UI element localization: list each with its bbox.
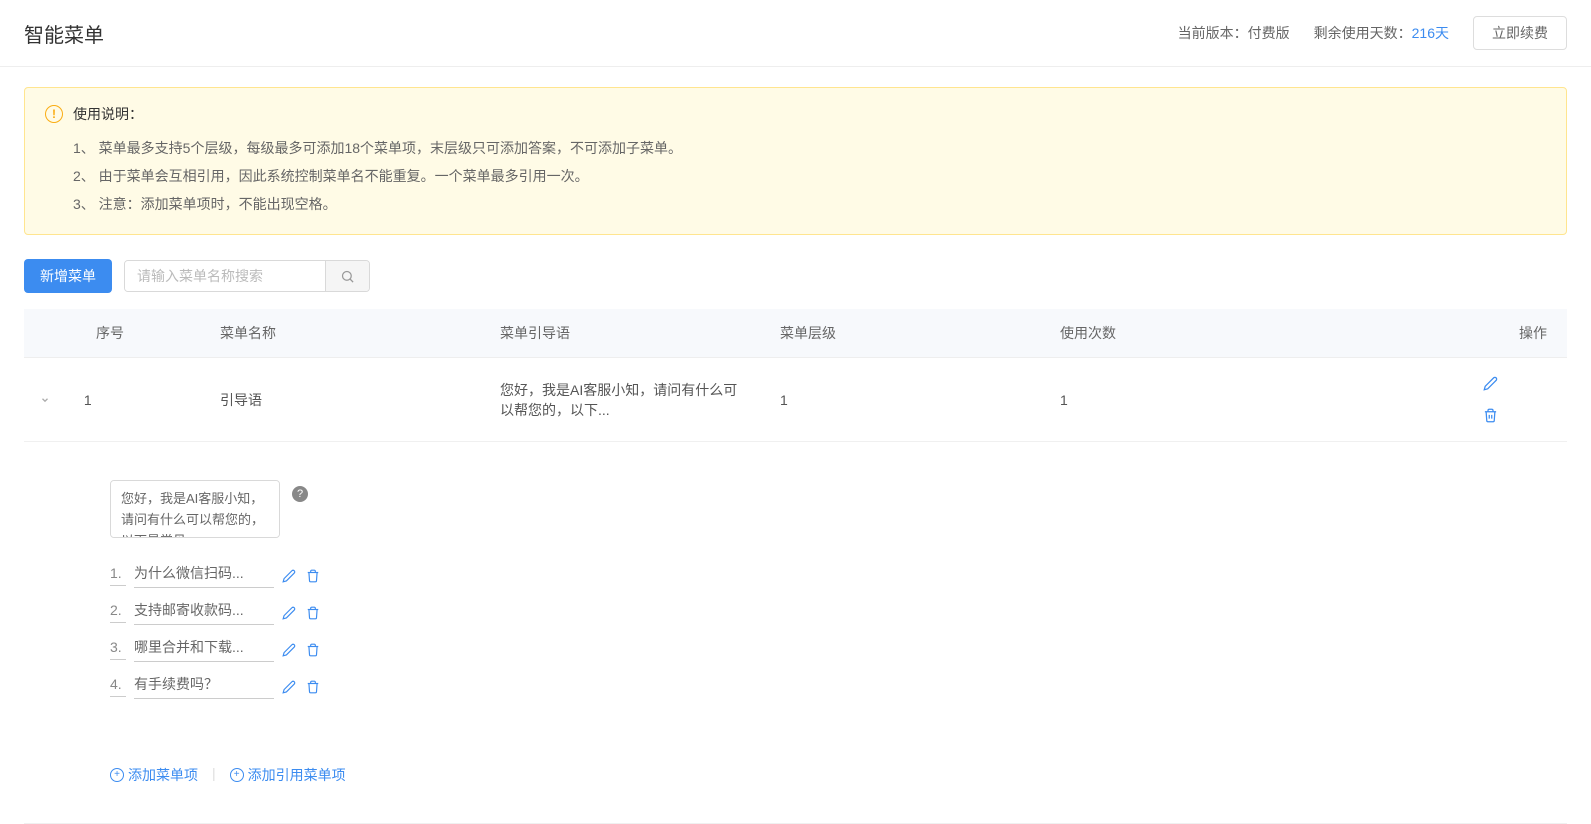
td-level: 1 [764,358,1044,442]
panel-footer: + 添加菜单项 | + 添加引用菜单项 [110,765,1551,785]
menu-item-actions [282,569,320,583]
content-area: ! 使用说明： 1、 菜单最多支持5个层级，每级最多可添加18个菜单项，末层级只… [0,67,1591,824]
menu-item-text[interactable]: 哪里合并和下载... [134,637,274,662]
add-item-label: 添加菜单项 [128,765,198,785]
menu-item-text[interactable]: 支持邮寄收款码... [134,600,274,625]
alert-item: 1、 菜单最多支持5个层级，每级最多可添加18个菜单项，末层级只可添加答案，不可… [73,134,1546,162]
alert-title: 使用说明： [73,104,143,124]
edit-item-icon[interactable] [282,643,296,657]
add-ref-item-button[interactable]: + 添加引用菜单项 [230,765,346,785]
renew-button[interactable]: 立即续费 [1473,16,1567,50]
plus-icon: + [230,768,244,782]
search-group [124,260,370,292]
menu-item-actions [282,643,320,657]
menu-item-text[interactable]: 有手续费吗？ [134,674,274,699]
header-right: 当前版本：付费版 剩余使用天数：216天 立即续费 [1178,16,1567,50]
alert-item: 3、 注意：添加菜单项时，不能出现空格。 [73,190,1546,218]
version-label: 当前版本： [1178,25,1248,41]
search-icon [340,269,355,284]
help-icon[interactable]: ? [292,486,308,502]
info-icon: ! [45,105,63,123]
version-value: 付费版 [1248,25,1290,41]
delete-item-icon[interactable] [306,606,320,620]
delete-button[interactable] [1483,408,1547,423]
edit-button[interactable] [1483,376,1547,391]
row-index: 1 [84,392,92,408]
table-row: 1 引导语 您好，我是AI客服小知，请问有什么可以帮您的，以下... 1 1 [24,358,1567,442]
menu-item-actions [282,680,320,694]
td-name: 引导语 [204,358,484,442]
alert-header: ! 使用说明： [45,104,1546,124]
plus-icon: + [110,768,124,782]
expand-icon[interactable] [40,395,50,405]
th-guide: 菜单引导语 [484,309,764,358]
toolbar: 新增菜单 [24,259,1567,293]
table-header-row: 序号 菜单名称 菜单引导语 菜单层级 使用次数 操作 [24,309,1567,358]
menu-item-text[interactable]: 为什么微信扫码... [134,563,274,588]
alert-body: 1、 菜单最多支持5个层级，每级最多可添加18个菜单项，末层级只可添加答案，不可… [45,134,1546,218]
page-header: 智能菜单 当前版本：付费版 剩余使用天数：216天 立即续费 [0,0,1591,67]
td-action [1467,358,1567,442]
edit-item-icon[interactable] [282,569,296,583]
edit-item-icon[interactable] [282,680,296,694]
days-label: 剩余使用天数： [1314,25,1412,41]
days-value: 216天 [1412,25,1449,41]
menu-item-num: 1. [110,565,126,586]
version-info: 当前版本：付费版 [1178,23,1290,43]
td-count: 1 [1044,358,1467,442]
add-menu-button[interactable]: 新增菜单 [24,259,112,293]
menu-item: 1. 为什么微信扫码... [110,557,320,594]
edit-item-icon[interactable] [282,606,296,620]
days-info: 剩余使用天数：216天 [1314,23,1449,43]
menu-items-list: 1. 为什么微信扫码... 2. 支持邮寄收款码... [110,557,320,705]
alert-item: 2、 由于菜单会互相引用，因此系统控制菜单名不能重复。一个菜单最多引用一次。 [73,162,1546,190]
delete-item-icon[interactable] [306,643,320,657]
menu-item-actions [282,606,320,620]
add-menu-item-button[interactable]: + 添加菜单项 [110,765,198,785]
search-input[interactable] [125,261,325,291]
menu-item: 3. 哪里合并和下载... [110,631,320,668]
divider: | [212,765,216,785]
menu-item-num: 2. [110,602,126,623]
th-count: 使用次数 [1044,309,1467,358]
th-name: 菜单名称 [204,309,484,358]
td-index: 1 [24,358,204,442]
th-action: 操作 [1467,309,1567,358]
guide-box: ? [110,480,320,541]
guide-textarea[interactable] [110,480,280,538]
expanded-panel: ? 1. 为什么微信扫码... [40,460,1551,805]
page-title: 智能菜单 [24,19,104,48]
add-ref-label: 添加引用菜单项 [248,765,346,785]
expanded-row: ? 1. 为什么微信扫码... [24,442,1567,824]
delete-item-icon[interactable] [306,569,320,583]
menu-table: 序号 菜单名称 菜单引导语 菜单层级 使用次数 操作 1 引导语 您好，我是AI… [24,309,1567,824]
th-index: 序号 [24,309,204,358]
search-button[interactable] [325,261,369,291]
th-level: 菜单层级 [764,309,1044,358]
usage-alert: ! 使用说明： 1、 菜单最多支持5个层级，每级最多可添加18个菜单项，末层级只… [24,87,1567,235]
menu-item-num: 3. [110,639,126,660]
menu-item: 2. 支持邮寄收款码... [110,594,320,631]
delete-item-icon[interactable] [306,680,320,694]
menu-item: 4. 有手续费吗？ [110,668,320,705]
td-guide: 您好，我是AI客服小知，请问有什么可以帮您的，以下... [484,358,764,442]
menu-item-num: 4. [110,676,126,697]
